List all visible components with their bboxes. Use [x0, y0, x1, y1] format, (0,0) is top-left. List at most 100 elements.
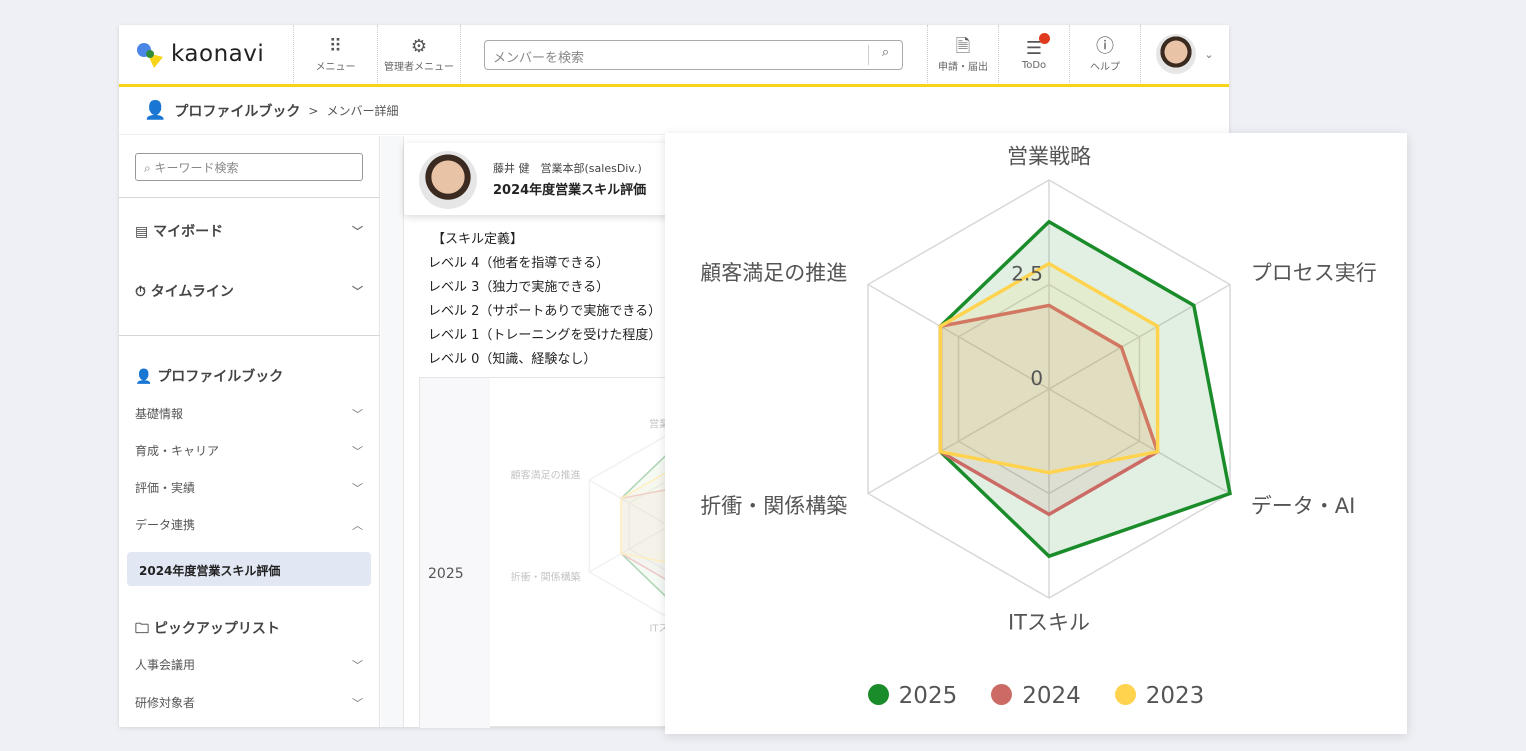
keyword-search-input[interactable]: ⌕ キーワード検索	[135, 153, 363, 181]
picklist-label: ピックアップリスト	[153, 621, 280, 637]
skill-def-line: レベル 0（知識、経験なし）	[428, 352, 597, 367]
axis-label: ITスキル	[1008, 610, 1090, 634]
tick-label: 0	[1030, 366, 1043, 390]
legend-label: 2024	[1022, 683, 1081, 709]
chevron-down-icon: ﹀	[352, 481, 363, 495]
myboard-label: マイボード	[153, 224, 224, 240]
help-button[interactable]: ⓘ ヘルプ	[1069, 25, 1140, 83]
item-label: 評価・実績	[135, 481, 196, 495]
top-header: kaonavi ⠿ メニュー ⚙ 管理者メニュー メンバーを検索 ⌕ 🗎 申請・届出 ☰…	[119, 25, 1229, 87]
item-label: データ連携	[135, 518, 196, 532]
sidebar-item-basic[interactable]: 基礎情報 ﹀	[135, 405, 363, 422]
divider	[460, 25, 461, 83]
menu-button[interactable]: ⠿ メニュー	[293, 25, 377, 83]
legend-dot	[1114, 684, 1136, 705]
sidebar-item-evaluation[interactable]: 評価・実績 ﹀	[135, 479, 363, 496]
profilebook-label: プロファイルブック	[157, 369, 284, 385]
chevron-down-icon: ﹀	[352, 225, 363, 238]
notification-badge	[1039, 33, 1050, 44]
axis-label: 営業戦略	[1007, 144, 1091, 168]
sidebar-section-profilebook: 👤 プロファイルブック	[135, 366, 363, 386]
sidebar-item-timeline[interactable]: ⏱ タイムライン ﹀	[135, 281, 363, 301]
timeline-label: タイムライン	[150, 284, 234, 300]
axis-label: 顧客満足の推進	[511, 469, 581, 482]
chevron-down-icon: ﹀	[352, 444, 363, 458]
chart-legend: 2025 2024 2023	[665, 683, 1407, 709]
member-photo	[419, 151, 477, 209]
axis-label: データ・AI	[1251, 494, 1356, 518]
document-stamp-icon: 🗎	[955, 35, 971, 57]
menu-label: メニュー	[315, 61, 356, 73]
item-label: 基礎情報	[135, 407, 184, 421]
breadcrumb: 👤 プロファイルブック > メンバー詳細	[119, 87, 1229, 135]
legend-dot	[867, 684, 889, 705]
legend-item-2023[interactable]: 2023	[1114, 683, 1205, 709]
skill-def-line: レベル 3（独力で実施できる）	[428, 280, 610, 295]
axis-label: プロセス実行	[1251, 261, 1377, 285]
logo-text: kaonavi	[171, 41, 265, 67]
member-name-dept: 藤井 健 営業本部(salesDiv.)	[493, 162, 642, 175]
legend-dot	[991, 684, 1013, 705]
search-icon: ⌕	[144, 161, 155, 175]
profile-book-icon: 👤	[144, 100, 167, 121]
member-search-input[interactable]: メンバーを検索 ⌕	[484, 40, 903, 70]
chevron-down-icon: ﹀	[352, 696, 363, 710]
user-menu[interactable]: ⌄	[1140, 25, 1229, 83]
sidebar-item-skill-eval[interactable]: 2024年度営業スキル評価	[127, 552, 371, 586]
chevron-up-icon: ︿	[352, 518, 363, 532]
help-circle-icon: ⓘ	[1096, 35, 1114, 57]
divider	[119, 335, 380, 336]
background-radar-chart: 営業戦略プロセス実行データ・AIITスキル折衝・関係構築顧客満足の推進	[511, 418, 680, 635]
sidebar-item-myboard[interactable]: ▤ マイボード ﹀	[135, 221, 363, 241]
sidebar: ⌕ キーワード検索 ▤ マイボード ﹀ ⏱ タイムライン ﹀ 👤 プロファイルブック…	[119, 136, 380, 727]
search-icon[interactable]: ⌕	[868, 45, 902, 65]
breadcrumb-current: メンバー詳細	[326, 104, 399, 118]
skill-table: 2025 営業戦略プロセス実行データ・AIITスキル折衝・関係構築顧客満足の推進	[419, 377, 680, 728]
item-label: 人事会議用	[135, 658, 196, 672]
board-icon: ▤	[135, 224, 154, 240]
chevron-down-icon: ﹀	[352, 658, 363, 672]
radar-chart-card: 営業戦略 プロセス実行 データ・AI ITスキル 折衝・関係構築 顧客満足の推進 0 2.5 …	[665, 133, 1407, 734]
chevron-down-icon: ﹀	[352, 407, 363, 421]
skill-definitions: 【スキル定義】 レベル 4（他者を指導できる） レベル 3（独力で実施できる） …	[428, 228, 661, 372]
item-label: 育成・キャリア	[135, 444, 220, 458]
kaonavi-logo[interactable]: kaonavi	[135, 39, 264, 69]
search-placeholder: メンバーを検索	[493, 51, 585, 66]
divider	[119, 197, 380, 198]
sidebar-item-career[interactable]: 育成・キャリア ﹀	[135, 442, 363, 459]
axis-label: 顧客満足の推進	[700, 261, 847, 285]
radar-chart: 営業戦略プロセス実行データ・AI ITスキル 折衝・関係構築顧客満足の推進 0 2.5	[700, 144, 1377, 634]
help-label: ヘルプ	[1090, 61, 1120, 73]
user-avatar	[1156, 34, 1197, 74]
timeline-icon: ⏱	[135, 284, 151, 300]
requests-button[interactable]: 🗎 申請・届出	[927, 25, 998, 83]
requests-label: 申請・届出	[938, 61, 988, 73]
skill-def-line: レベル 4（他者を指導できる）	[428, 256, 610, 271]
sidebar-section-picklist: 🗀 ピックアップリスト	[135, 618, 363, 642]
axis-label: 折衝・関係構築	[511, 571, 581, 584]
tick-label: 2.5	[1011, 262, 1043, 286]
item-label: 研修対象者	[135, 696, 196, 710]
profile-book-icon: 👤	[135, 369, 158, 385]
sidebar-item-training[interactable]: 研修対象者 ﹀	[135, 694, 363, 711]
chevron-down-icon: ⌄	[1204, 47, 1214, 61]
folder-icon: 🗀	[135, 621, 154, 637]
profile-card: 藤井 健 営業本部(salesDiv.) 2024年度営業スキル評価	[404, 143, 694, 215]
skill-def-line: レベル 2（サポートありで実施できる）	[428, 304, 662, 319]
legend-item-2024[interactable]: 2024	[991, 683, 1081, 709]
axis-label: 折衝・関係構築	[700, 494, 847, 518]
kaonavi-logo-icon	[137, 43, 163, 68]
admin-menu-label: 管理者メニュー	[384, 61, 454, 73]
legend-label: 2023	[1145, 683, 1205, 709]
keyword-placeholder: キーワード検索	[154, 161, 239, 175]
admin-menu-button[interactable]: ⚙ 管理者メニュー	[377, 25, 460, 83]
chevron-down-icon: ﹀	[352, 285, 363, 298]
breadcrumb-root[interactable]: プロファイルブック	[174, 101, 300, 121]
sheet-title: 2024年度営業スキル評価	[493, 183, 647, 198]
sidebar-item-data-link[interactable]: データ連携 ︿	[135, 516, 363, 533]
legend-label: 2025	[898, 683, 958, 709]
legend-item-2025[interactable]: 2025	[867, 683, 958, 709]
todo-button[interactable]: ☰ ToDo	[998, 25, 1069, 83]
skill-def-heading: 【スキル定義】	[432, 232, 524, 247]
sidebar-item-hr-meeting[interactable]: 人事会議用 ﹀	[135, 656, 363, 673]
